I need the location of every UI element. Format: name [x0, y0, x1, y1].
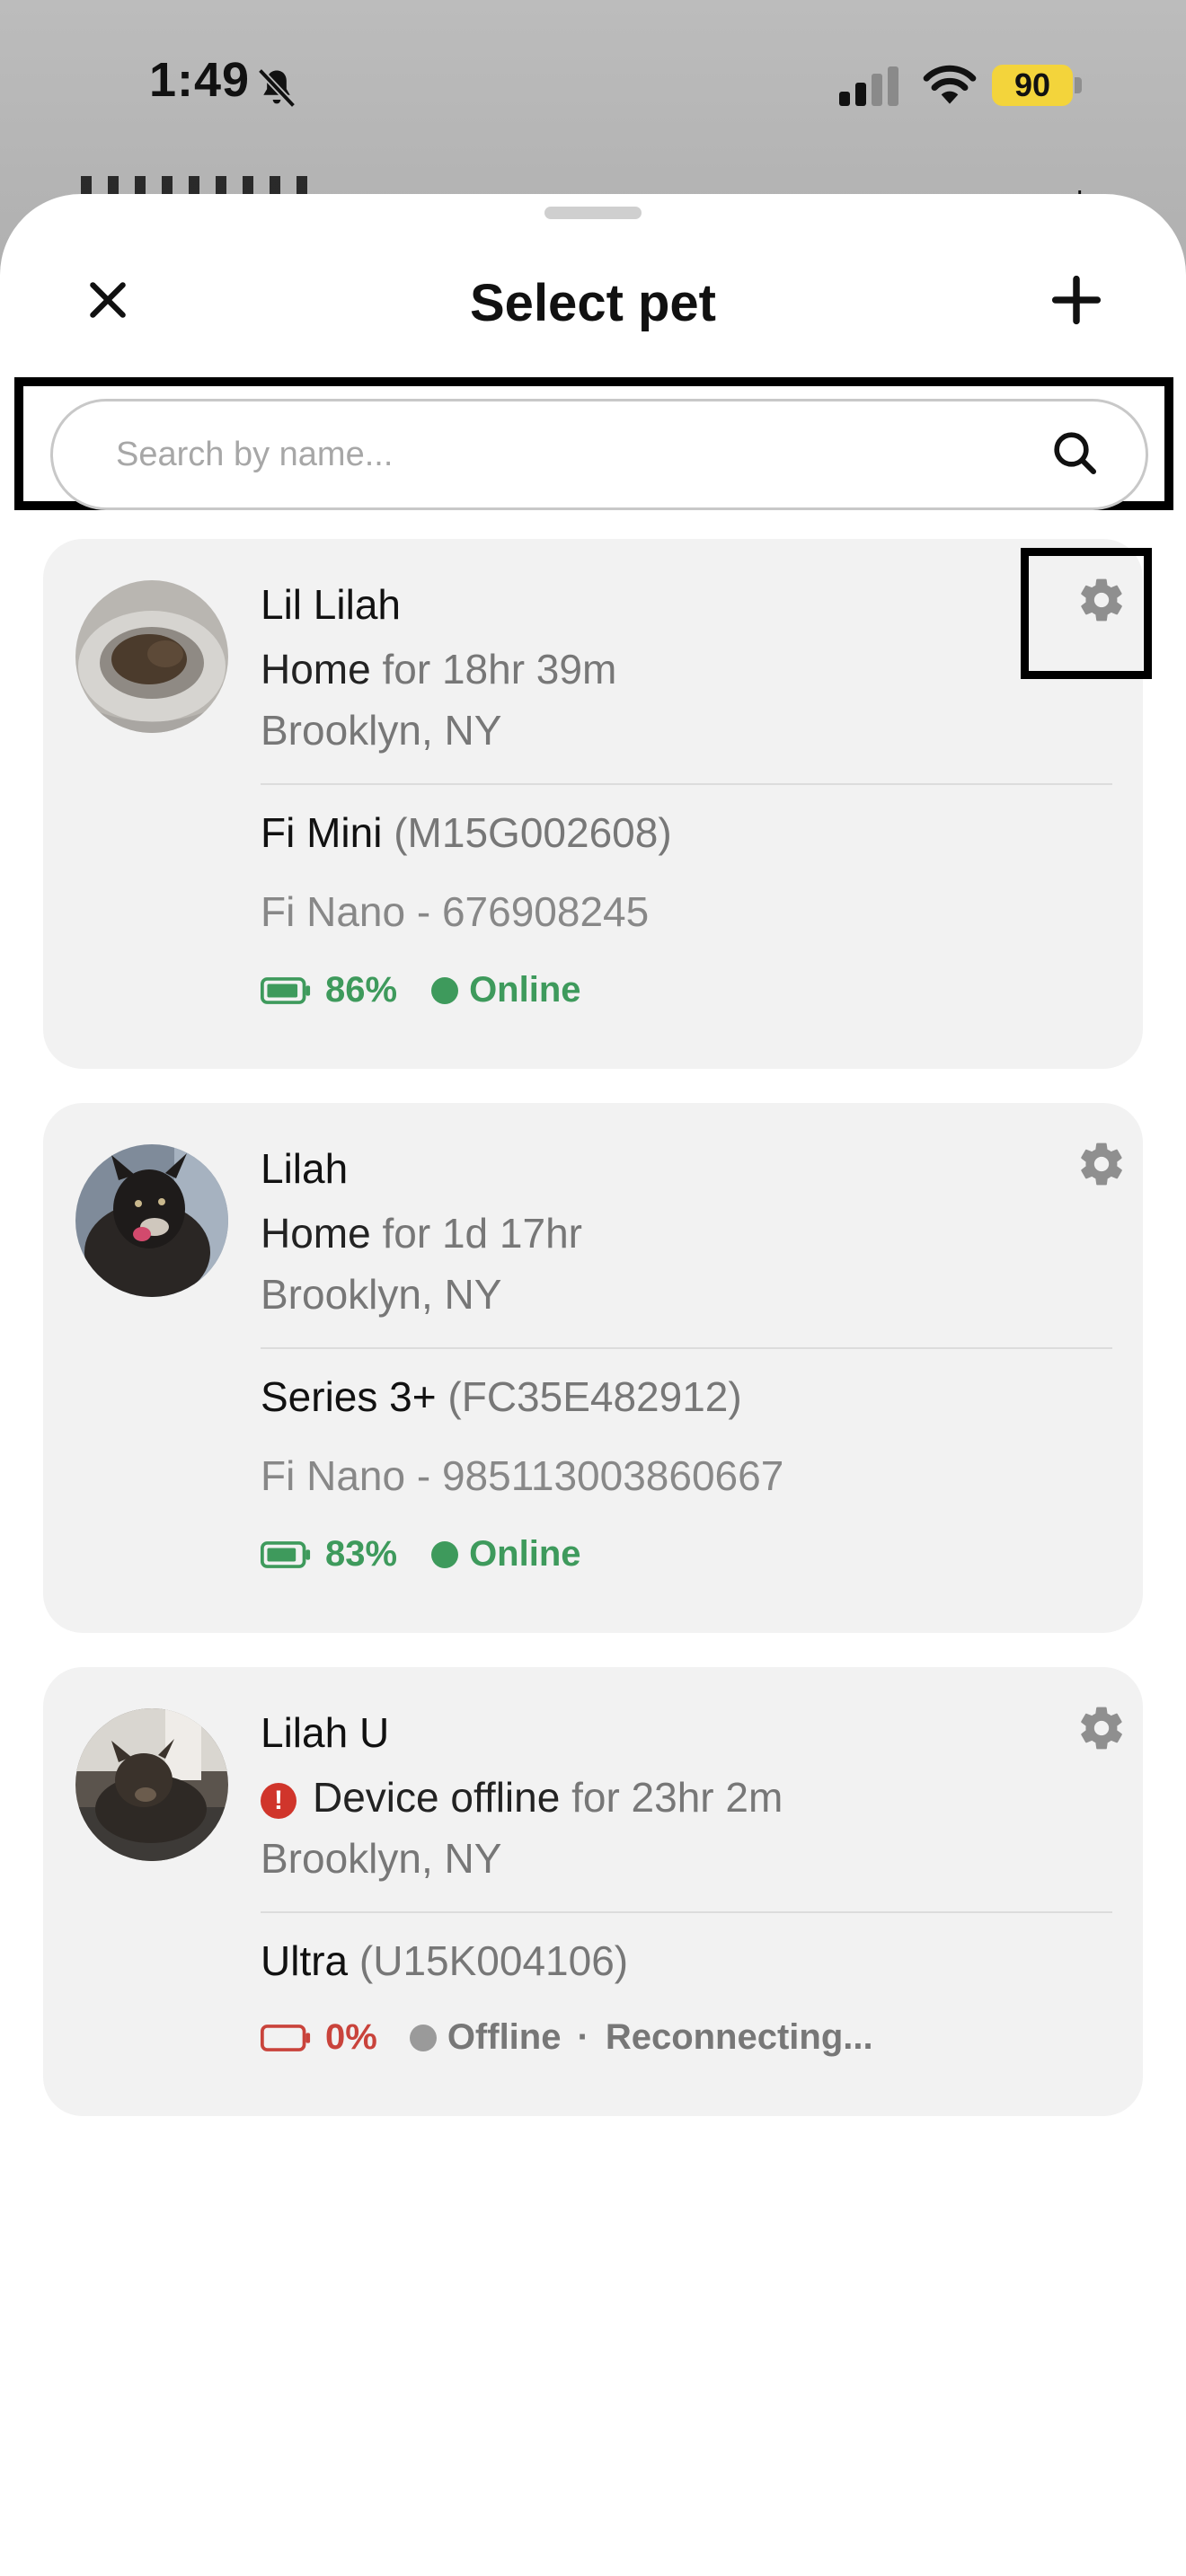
battery-level: 90 [992, 65, 1073, 106]
battery-percent: 83% [325, 1534, 398, 1574]
pet-status-duration: for 18hr 39m [382, 646, 617, 693]
search-input[interactable] [50, 399, 1148, 510]
online-status-dot [431, 1540, 459, 1568]
pet-name: Lil Lilah [261, 581, 401, 628]
pet-status-label: Home [261, 646, 371, 693]
silent-bell-icon [257, 67, 296, 109]
device-serial: (M15G002608) [394, 809, 672, 856]
search-icon[interactable] [1049, 428, 1100, 478]
pet-status-label: Home [261, 1210, 371, 1257]
gear-icon[interactable] [1076, 1139, 1127, 1189]
pet-avatar [75, 580, 228, 733]
battery-percent: 86% [325, 970, 398, 1010]
secondary-device: Fi Nano - 676908245 [261, 888, 650, 935]
wifi-icon [923, 65, 977, 104]
device-info: Series 3+ (FC35E482912) [261, 1372, 742, 1421]
pet-card[interactable]: Lilah Home for 1d 17hr Brooklyn, NY Seri… [43, 1103, 1143, 1633]
sheet-header: Select pet [0, 248, 1186, 356]
card-divider [261, 783, 1112, 785]
device-status-row: 83% Online [261, 1534, 581, 1575]
add-pet-button[interactable] [1042, 266, 1111, 334]
sheet-title: Select pet [470, 274, 716, 332]
pet-status: Home for 18hr 39m [261, 645, 616, 693]
pet-status: ! Device offline for 23hr 2m [261, 1773, 783, 1822]
device-model: Ultra [261, 1937, 349, 1984]
device-serial: (U15K004106) [358, 1937, 629, 1984]
pet-avatar [75, 1708, 228, 1861]
device-serial: (FC35E482912) [447, 1373, 742, 1420]
device-status-row: 86% Online [261, 970, 581, 1010]
battery-nub [1075, 77, 1082, 93]
connection-status: Online [469, 970, 581, 1010]
connection-status: Offline [447, 2017, 562, 2057]
pet-location: Brooklyn, NY [261, 707, 502, 754]
card-divider [261, 1347, 1112, 1349]
search-highlight-frame [14, 377, 1173, 510]
pet-status-label: Device offline [313, 1774, 561, 1821]
device-info: Ultra (U15K004106) [261, 1936, 628, 1985]
device-status-row: 0% Offline · Reconnecting... [261, 2017, 873, 2058]
pet-avatar [75, 1144, 228, 1297]
battery-icon [261, 1540, 311, 1568]
connection-status: Online [469, 1534, 581, 1574]
offline-status-dot [409, 2024, 437, 2051]
status-time: 1:49 [149, 53, 251, 107]
card-divider [261, 1911, 1112, 1913]
battery-icon [261, 976, 311, 1004]
status-bar: 1:49 90 [0, 0, 1186, 171]
connection-detail: Reconnecting... [605, 2017, 873, 2057]
pet-card[interactable]: Lilah U ! Device offline for 23hr 2m Broo… [43, 1667, 1143, 2116]
settings-highlight-frame [1021, 548, 1152, 679]
pet-name: Lilah U [261, 1709, 390, 1756]
pet-status: Home for 1d 17hr [261, 1209, 582, 1257]
alert-icon: ! [261, 1782, 296, 1819]
pet-status-duration: for 23hr 2m [571, 1774, 783, 1821]
device-model: Series 3+ [261, 1373, 437, 1420]
secondary-device: Fi Nano - 985113003860667 [261, 1452, 784, 1499]
device-model: Fi Mini [261, 809, 383, 856]
device-info: Fi Mini (M15G002608) [261, 808, 672, 857]
pet-location: Brooklyn, NY [261, 1835, 502, 1882]
cellular-signal-icon [839, 66, 898, 106]
sheet-grabber[interactable] [544, 207, 642, 219]
separator-dot: · [577, 2017, 589, 2057]
pet-name: Lilah [261, 1145, 349, 1192]
gear-icon[interactable] [1076, 1703, 1127, 1753]
plus-icon [1051, 275, 1102, 325]
pet-card[interactable]: Lil Lilah Home for 18hr 39m Brooklyn, NY… [43, 539, 1143, 1069]
battery-icon [261, 2024, 311, 2051]
pet-status-duration: for 1d 17hr [382, 1210, 582, 1257]
battery-percent: 0% [325, 2017, 377, 2057]
online-status-dot [431, 976, 459, 1004]
pet-location: Brooklyn, NY [261, 1271, 502, 1318]
